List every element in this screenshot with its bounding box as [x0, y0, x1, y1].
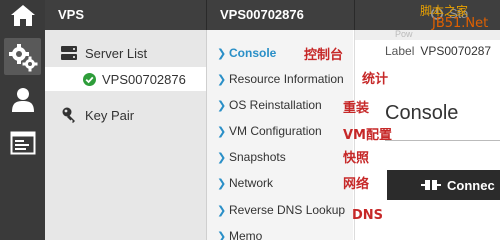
menu-item-label: VM Configuration — [229, 124, 322, 138]
menu-item-memo[interactable]: ❯ Memo — [217, 226, 262, 240]
watermark-line2: JB51.Net — [432, 16, 489, 31]
menu-item-label: Reverse DNS Lookup — [229, 203, 346, 217]
label-key: Label — [385, 44, 415, 58]
check-circle-icon — [83, 72, 96, 86]
menu-item-console[interactable]: ❯ Console — [217, 43, 276, 63]
user-icon — [11, 87, 34, 112]
chevron-right-icon: ❯ — [217, 151, 227, 164]
left-rail — [0, 0, 45, 240]
toolbar-strip: Pow — [355, 30, 500, 40]
server-label-row: Label VPS0070287 — [385, 44, 491, 58]
chevron-right-icon: ❯ — [217, 99, 227, 112]
server-item[interactable]: VPS00702876 — [45, 67, 206, 91]
rail-home[interactable] — [4, 0, 41, 33]
connect-label: Connec — [447, 177, 495, 193]
chevron-right-icon: ❯ — [217, 204, 227, 217]
topbar-divider — [206, 0, 207, 30]
annotation-reverse-dns: DNS — [352, 208, 384, 223]
gears-icon — [8, 43, 37, 71]
annotation-snapshots: 快照 — [343, 151, 370, 166]
server-item-label: VPS00702876 — [102, 71, 186, 87]
label-value: VPS0070287 — [420, 44, 492, 58]
chevron-right-icon: ❯ — [217, 230, 227, 240]
chevron-right-icon: ❯ — [217, 47, 227, 60]
annotation-resource-information: 统计 — [362, 72, 389, 87]
menu-item-snapshots[interactable]: ❯ Snapshots — [217, 147, 286, 167]
chevron-right-icon: ❯ — [217, 73, 227, 86]
key-icon — [62, 107, 75, 123]
annotation-console: 控制台 — [304, 48, 344, 63]
server-nav: Server List VPS00702876 Key Pair — [45, 30, 207, 240]
annotation-os-reinstallation: 重装 — [343, 101, 370, 116]
plug-icon — [421, 180, 441, 190]
power-label: Pow — [395, 30, 413, 39]
key-pair-item[interactable]: Key Pair — [45, 103, 206, 127]
home-icon — [10, 4, 35, 26]
rail-configure[interactable] — [4, 38, 41, 75]
console-icon — [10, 131, 35, 154]
server-icon — [61, 46, 77, 60]
chevron-right-icon: ❯ — [217, 125, 227, 138]
server-list-label: Server List — [85, 45, 148, 61]
server-list-item[interactable]: Server List — [45, 41, 206, 65]
menu-item-label: Memo — [229, 229, 263, 240]
menu-item-label: Console — [229, 46, 277, 60]
menu-item-label: Snapshots — [229, 150, 286, 164]
annotation-vm-configuration: VM配置 — [343, 128, 392, 143]
rail-account[interactable] — [4, 80, 41, 117]
menu-item-reverse-dns-lookup[interactable]: ❯ Reverse DNS Lookup — [217, 200, 345, 220]
menu-item-label: OS Reinstallation — [229, 98, 322, 112]
menu-item-os-reinstallation[interactable]: ❯ OS Reinstallation — [217, 95, 322, 115]
menu-item-vm-configuration[interactable]: ❯ VM Configuration — [217, 121, 322, 141]
annotation-network: 网络 — [343, 177, 370, 192]
menu-item-label: Network — [229, 176, 274, 190]
menu-item-network[interactable]: ❯ Network — [217, 173, 273, 193]
divider — [385, 140, 500, 141]
topbar-divider — [354, 0, 355, 30]
rail-console[interactable] — [4, 124, 41, 161]
chevron-right-icon: ❯ — [217, 177, 227, 190]
server-title: VPS00702876 — [220, 7, 304, 22]
menu-item-label: Resource Information — [229, 72, 344, 86]
section-title: VPS — [58, 7, 85, 22]
menu-item-resource-information[interactable]: ❯ Resource Information — [217, 69, 344, 89]
key-pair-label: Key Pair — [85, 107, 135, 123]
connect-button[interactable]: Connec — [387, 170, 500, 200]
page-title: Console — [385, 102, 459, 124]
